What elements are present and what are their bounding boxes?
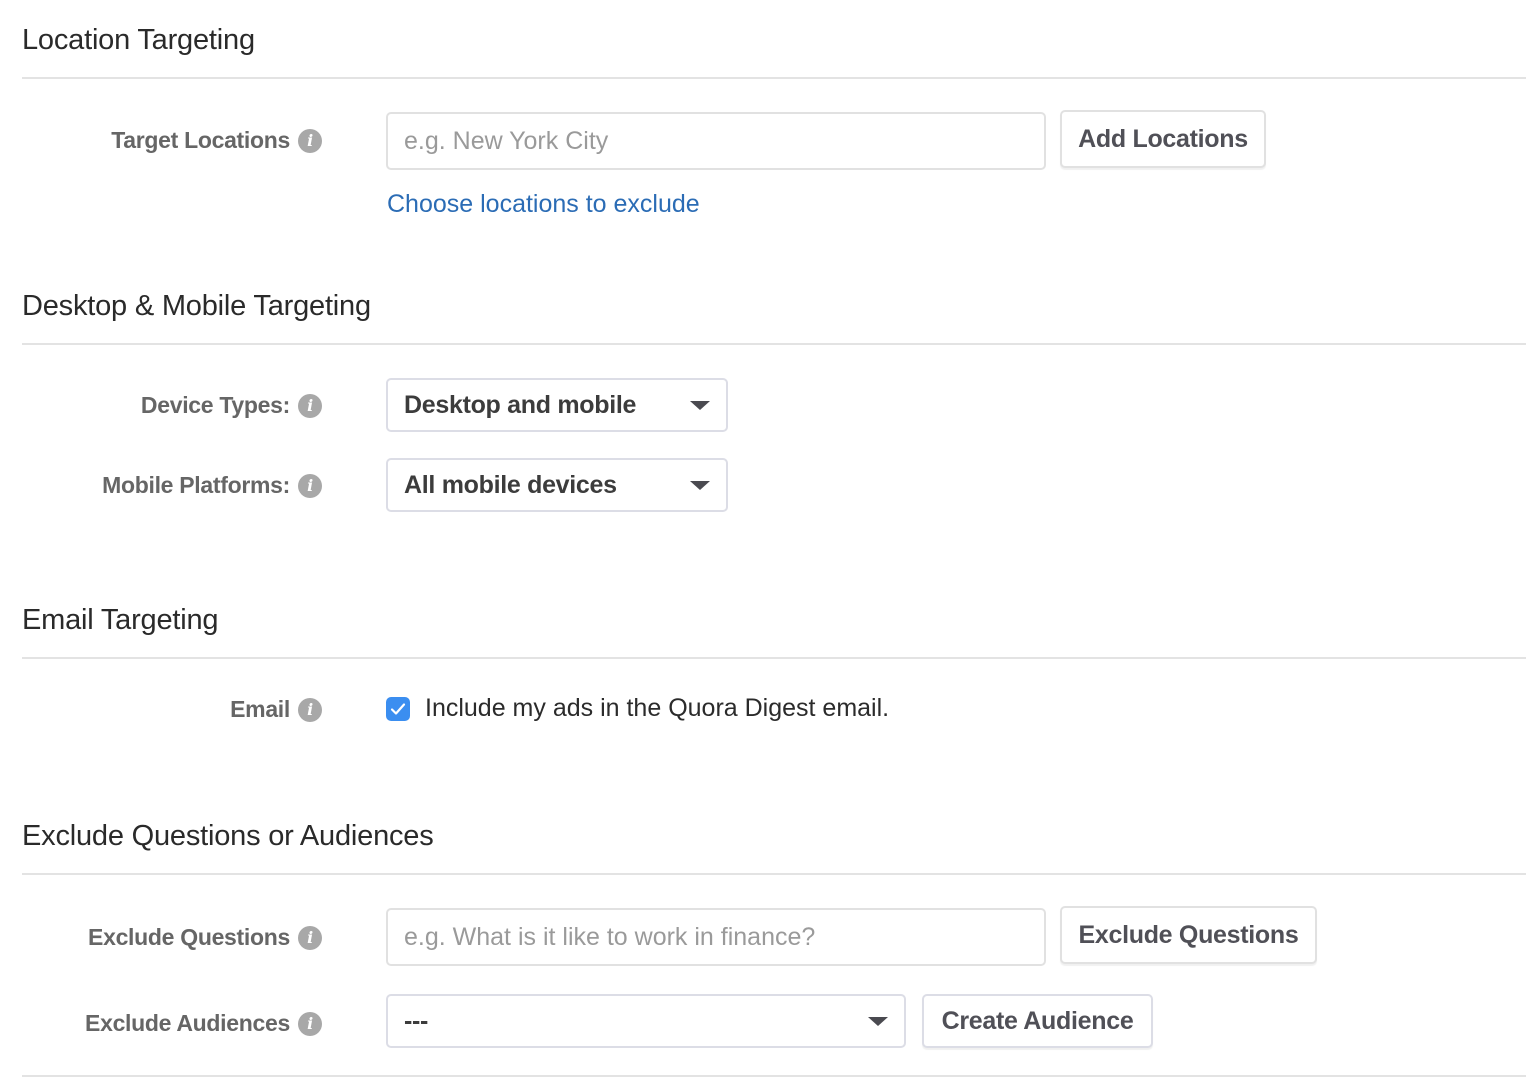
section-title-device: Desktop & Mobile Targeting <box>22 290 371 322</box>
exclude-audiences-select[interactable]: --- <box>386 994 906 1048</box>
target-locations-label: Target Locations i <box>111 127 322 154</box>
info-icon[interactable]: i <box>298 393 322 418</box>
device-types-value: Desktop and mobile <box>404 390 637 419</box>
info-icon[interactable]: i <box>298 128 322 153</box>
exclude-questions-label-text: Exclude Questions <box>88 924 290 950</box>
add-locations-button[interactable]: Add Locations <box>1060 110 1266 168</box>
info-icon[interactable]: i <box>298 1011 322 1036</box>
section-title-email: Email Targeting <box>22 604 219 636</box>
exclude-questions-label: Exclude Questions i <box>88 924 322 951</box>
checkmark-icon <box>390 702 406 715</box>
chevron-down-icon <box>868 1016 888 1026</box>
chevron-down-icon <box>690 400 710 410</box>
section-title-location: Location Targeting <box>22 24 255 56</box>
exclude-questions-input[interactable] <box>386 908 1046 966</box>
email-label-text: Email <box>230 696 290 722</box>
mobile-platforms-label: Mobile Platforms: i <box>102 472 322 499</box>
exclude-audiences-value: --- <box>404 1006 429 1035</box>
device-types-select[interactable]: Desktop and mobile <box>386 378 728 432</box>
info-icon[interactable]: i <box>298 925 322 950</box>
info-icon[interactable]: i <box>298 473 322 498</box>
email-digest-label[interactable]: Include my ads in the Quora Digest email… <box>425 694 889 723</box>
create-audience-button[interactable]: Create Audience <box>922 994 1153 1048</box>
exclude-audiences-label-text: Exclude Audiences <box>85 1010 290 1036</box>
target-locations-input[interactable] <box>386 112 1046 170</box>
device-types-label: Device Types: i <box>141 392 322 419</box>
exclude-questions-button[interactable]: Exclude Questions <box>1060 906 1317 964</box>
exclude-locations-link[interactable]: Choose locations to exclude <box>387 190 700 219</box>
mobile-platforms-label-text: Mobile Platforms: <box>102 472 290 498</box>
mobile-platforms-select[interactable]: All mobile devices <box>386 458 728 512</box>
section-divider <box>22 77 1526 79</box>
email-digest-option[interactable]: Include my ads in the Quora Digest email… <box>386 694 889 723</box>
section-divider <box>22 873 1526 875</box>
info-icon[interactable]: i <box>298 697 322 722</box>
section-divider <box>22 657 1526 659</box>
mobile-platforms-value: All mobile devices <box>404 470 617 499</box>
exclude-audiences-label: Exclude Audiences i <box>85 1010 322 1037</box>
email-digest-checkbox[interactable] <box>386 696 410 721</box>
chevron-down-icon <box>690 480 710 490</box>
section-title-exclude: Exclude Questions or Audiences <box>22 820 434 852</box>
section-divider <box>22 343 1526 345</box>
device-types-label-text: Device Types: <box>140 392 290 418</box>
section-divider <box>22 1075 1526 1077</box>
target-locations-label-text: Target Locations <box>111 127 290 153</box>
email-label: Email i <box>230 696 322 723</box>
